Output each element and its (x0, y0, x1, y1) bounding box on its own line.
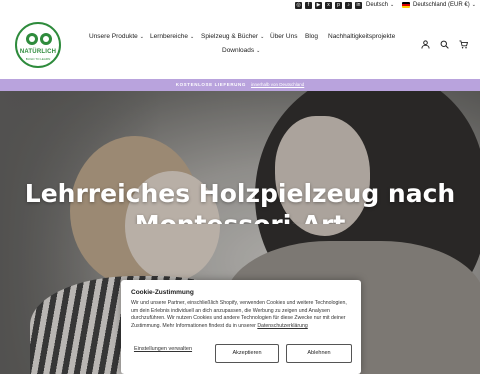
reject-button[interactable]: Ablehnen (286, 344, 352, 363)
nav-item-downloads[interactable]: Downloads ⌄ (222, 47, 260, 54)
nav-item-lernbereiche[interactable]: Lernbereiche ⌄ (150, 33, 194, 40)
cookie-buttons: Einstellungen verwalten Akzeptieren Able… (131, 344, 352, 363)
social-links: ◎ f ▶ x p ♪ in (295, 2, 362, 9)
manage-settings-link[interactable]: Einstellungen verwalten (131, 344, 195, 363)
user-icon[interactable] (421, 40, 430, 49)
country-label: Deutschland (EUR €) (413, 2, 470, 8)
cookie-body: Wir und unsere Partner, einschließlich S… (131, 300, 347, 329)
site-logo[interactable]: NATÜRLICH BUILD TO LEARN (15, 22, 61, 68)
pinterest-icon[interactable]: p (335, 2, 342, 9)
owl-icon (23, 28, 53, 48)
linkedin-icon[interactable]: in (355, 2, 362, 9)
nav-item-ueber-uns[interactable]: Über Uns (270, 33, 297, 40)
cookie-title: Cookie-Zustimmung (131, 289, 194, 296)
chevron-down-icon: ⌄ (471, 2, 476, 8)
nav-item-label: Nachhaltigkeitsprojekte (328, 33, 396, 40)
germany-flag-icon (402, 2, 410, 8)
tiktok-icon[interactable]: ♪ (345, 2, 352, 9)
announcement-link[interactable]: innerhalb von Deutschland (251, 82, 304, 87)
nav-item-nachhaltigkeitsprojekte[interactable]: Nachhaltigkeitsprojekte (328, 33, 395, 40)
facebook-icon[interactable]: f (305, 2, 312, 9)
country-selector[interactable]: Deutschland (EUR €) ⌄ (402, 2, 476, 8)
youtube-icon[interactable]: ▶ (315, 2, 322, 9)
nav-item-label: Über Uns (270, 33, 298, 40)
header-icons (421, 40, 468, 49)
nav-item-label: Spielzeug & Bücher (201, 33, 259, 40)
nav-item-spielzeug-buecher[interactable]: Spielzeug & Bücher ⌄ (201, 33, 264, 40)
privacy-policy-link[interactable]: Datenschutzerklärung (257, 323, 307, 329)
language-selector[interactable]: Deutsch ⌄ (366, 2, 394, 8)
x-icon[interactable]: x (325, 2, 332, 9)
hero-title: Lehrreiches Holzpielzeug nach Montessori… (24, 179, 456, 224)
nav-item-label: Blog (305, 33, 319, 40)
cart-icon[interactable] (459, 40, 468, 49)
announcement-text: KOSTENLOSE LIEFERUNG (175, 82, 246, 87)
announcement-bar: KOSTENLOSE LIEFERUNG innerhalb von Deutsc… (0, 79, 480, 91)
cookie-text: Wir und unsere Partner, einschließlich S… (131, 300, 351, 330)
nav-item-label: Lernbereiche (150, 33, 188, 40)
instagram-icon[interactable]: ◎ (295, 2, 302, 9)
cookie-consent-dialog: Cookie-Zustimmung Wir und unsere Partner… (121, 280, 361, 374)
chevron-down-icon: ⌄ (189, 34, 195, 40)
accept-button[interactable]: Akzeptieren (215, 344, 279, 363)
language-label: Deutsch (366, 2, 389, 8)
nav-item-blog[interactable]: Blog (305, 33, 318, 40)
nav-item-label: Unsere Produkte (89, 33, 138, 40)
logo-brand: NATÜRLICH (19, 49, 57, 55)
chevron-down-icon: ⌄ (390, 2, 395, 8)
nav-item-label: Downloads (222, 47, 255, 54)
chevron-down-icon: ⌄ (260, 34, 265, 40)
utility-bar: ◎ f ▶ x p ♪ in Deutsch ⌄ Deutschland (EUR… (0, 0, 480, 12)
logo-tagline: BUILD TO LEARN (25, 57, 51, 61)
chevron-down-icon: ⌄ (139, 34, 144, 40)
nav-item-unsere-produkte[interactable]: Unsere Produkte ⌄ (89, 33, 144, 40)
chevron-down-icon: ⌄ (256, 48, 261, 54)
search-icon[interactable] (440, 40, 449, 49)
